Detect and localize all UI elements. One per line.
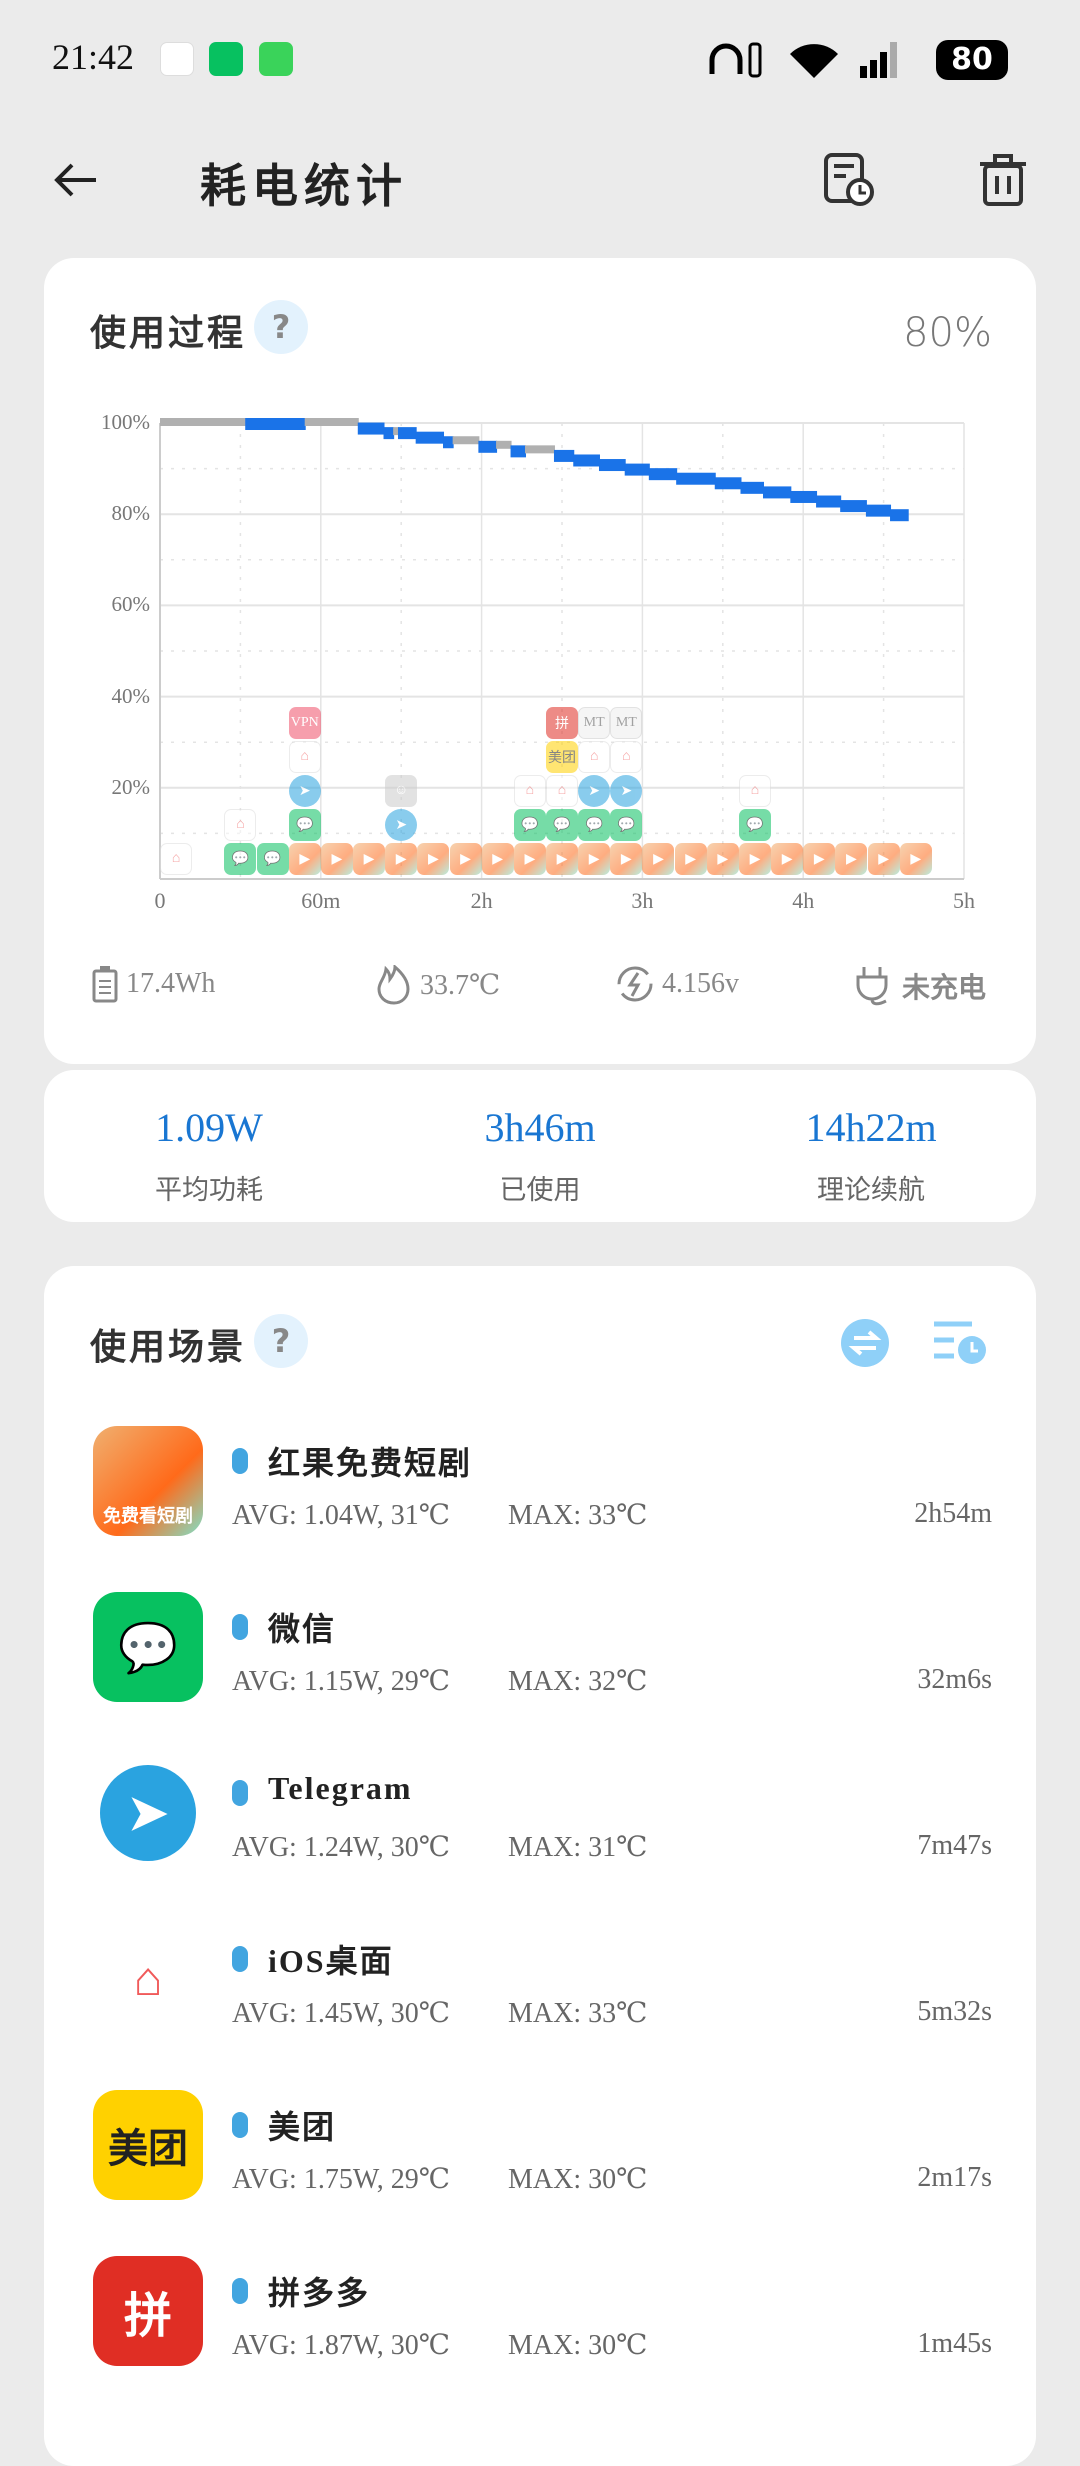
scenes-title: 使用场景	[90, 1327, 247, 1367]
scene-list-item[interactable]: 💬 微信 AVG: 1.15W, 29℃ MAX: 32℃ 32m6s	[44, 1592, 1036, 1758]
max-temp: MAX: 31℃	[508, 1832, 648, 1863]
remaining-value: 14h22m	[805, 1105, 937, 1150]
notification-app-icon	[160, 42, 194, 76]
flame-icon	[377, 965, 410, 1005]
scene-list-item[interactable]: 拼 拼多多 AVG: 1.87W, 30℃ MAX: 30℃ 1m45s	[44, 2256, 1036, 2422]
capacity-value: 17.4Wh	[126, 968, 216, 999]
signal-icon	[860, 42, 897, 78]
app-name: 微信	[268, 1611, 337, 1647]
app-name: Telegram	[268, 1770, 413, 1806]
avg-stats: AVG: 1.04W, 31℃	[232, 1500, 451, 1531]
usage-duration: 1m45s	[917, 2328, 992, 2359]
status-dot	[232, 2278, 248, 2304]
charging-status: 未充电	[902, 973, 987, 1004]
plug-icon	[856, 967, 888, 1006]
status-dot	[232, 2112, 248, 2138]
home-app-icon: ⌂	[93, 1924, 203, 2034]
app-name: 美团	[268, 2109, 337, 2145]
app-name: iOS桌面	[268, 1943, 394, 1979]
scene-list-item[interactable]: 美团 美团 AVG: 1.75W, 29℃ MAX: 30℃ 2m17s	[44, 2090, 1036, 2256]
scene-list-item[interactable]: ⌂ iOS桌面 AVG: 1.45W, 30℃ MAX: 33℃ 5m32s	[44, 1924, 1036, 2090]
usage-title: 使用过程	[90, 313, 247, 353]
status-dot	[232, 1448, 248, 1474]
status-bar: 21:42 80	[0, 0, 1080, 120]
status-dot	[232, 1780, 248, 1806]
page-title: 耗电统计	[200, 161, 408, 212]
avg-power-label: 平均功耗	[155, 1175, 263, 1206]
scene-list-item[interactable]: ➤ Telegram AVG: 1.24W, 30℃ MAX: 31℃ 7m47s	[44, 1758, 1036, 1924]
temperature-stat: 33.7℃	[376, 965, 500, 1005]
sort-by-time-icon[interactable]	[930, 1318, 988, 1368]
avg-power-value: 1.09W	[155, 1105, 263, 1150]
hongguo-app-icon: 免费看短剧	[93, 1426, 203, 1536]
status-time: 21:42	[52, 37, 135, 77]
avg-stats: AVG: 1.24W, 30℃	[232, 1832, 451, 1863]
app-name: 拼多多	[268, 2275, 371, 2311]
wifi-icon	[790, 44, 838, 78]
max-temp: MAX: 33℃	[508, 1500, 648, 1531]
voltage-value: 4.156v	[662, 968, 739, 999]
avg-stats: AVG: 1.45W, 30℃	[232, 1998, 451, 2029]
scene-list-item[interactable]: 免费看短剧 红果免费短剧 AVG: 1.04W, 31℃ MAX: 33℃ 2h54m	[44, 1426, 1036, 1592]
used-time-value: 3h46m	[484, 1105, 596, 1150]
remaining-label: 理论续航	[817, 1175, 925, 1206]
max-temp: MAX: 30℃	[508, 2164, 648, 2195]
voltage-stat: 4.156v	[616, 965, 739, 1003]
app-name: 红果免费短剧	[268, 1445, 473, 1481]
avg-stats: AVG: 1.15W, 29℃	[232, 1666, 451, 1697]
avg-stats: AVG: 1.75W, 29℃	[232, 2164, 451, 2195]
messages-notification-icon	[259, 42, 293, 76]
battery-capacity-icon	[92, 966, 118, 1003]
current-level: 80%	[903, 310, 992, 356]
usage-duration: 2m17s	[917, 2162, 992, 2193]
usage-duration: 2h54m	[914, 1498, 992, 1529]
switch-order-icon[interactable]	[840, 1318, 890, 1368]
status-dot	[232, 1614, 248, 1640]
usage-scenes-card: 使用场景 ? 免费看短剧 红果免费短剧 AVG: 1.04W, 31℃ MAX: 33…	[44, 1266, 1036, 2466]
avg-stats: AVG: 1.87W, 30℃	[232, 2330, 451, 2361]
wechat-notification-icon	[209, 42, 243, 76]
back-button[interactable]	[52, 160, 100, 200]
temperature-value: 33.7℃	[420, 970, 501, 1001]
voltage-icon	[617, 966, 653, 1002]
scenes-help-button[interactable]: ?	[254, 1314, 308, 1368]
usage-duration: 7m47s	[917, 1830, 992, 1861]
usage-process-card: 使用过程 ? 80%	[44, 258, 1036, 1064]
help-button[interactable]: ?	[254, 300, 308, 354]
history-report-icon[interactable]	[822, 152, 878, 208]
max-temp: MAX: 30℃	[508, 2330, 648, 2361]
delete-button[interactable]	[976, 152, 1030, 208]
summary-card: 1.09W 平均功耗 3h46m 已使用 14h22m 理论续航	[44, 1070, 1036, 1222]
max-temp: MAX: 32℃	[508, 1666, 648, 1697]
telegram-app-icon: ➤	[100, 1765, 196, 1861]
used-time-label: 已使用	[499, 1175, 581, 1206]
capacity-stat: 17.4Wh	[92, 965, 215, 1003]
headphones-icon	[709, 42, 762, 78]
meituan-app-icon: 美团	[93, 2090, 203, 2200]
battery-indicator: 80	[936, 40, 1008, 80]
usage-duration: 32m6s	[917, 1664, 992, 1695]
status-dot	[232, 1946, 248, 1972]
max-temp: MAX: 33℃	[508, 1998, 648, 2029]
charging-stat: 未充电	[854, 965, 986, 1007]
pinduoduo-app-icon: 拼	[93, 2256, 203, 2366]
wechat-app-icon: 💬	[93, 1592, 203, 1702]
usage-duration: 5m32s	[917, 1996, 992, 2027]
